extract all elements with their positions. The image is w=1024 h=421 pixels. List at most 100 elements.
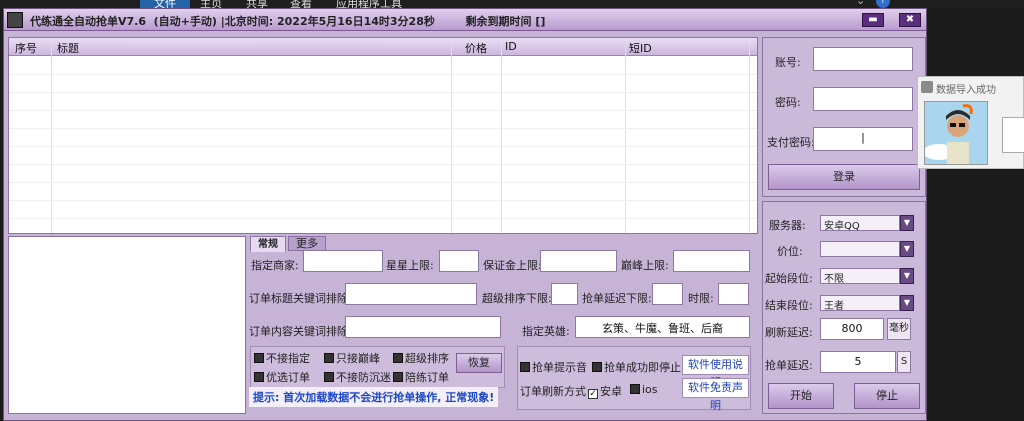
stop-on-success-checkbox[interactable]: 抢单成功即停止 [592, 359, 681, 375]
log-box[interactable] [8, 236, 246, 414]
content-exclude-label: 订单内容关键词排除: [249, 325, 352, 338]
sound-checkbox[interactable]: 抢单提示音 [520, 359, 587, 375]
login-button[interactable]: 登录 [768, 164, 920, 190]
restore-button[interactable]: 恢复 [456, 353, 502, 373]
hero-label: 指定英雄: [522, 325, 570, 338]
table-header: 序号 标题 价格 ID 短ID [9, 38, 757, 56]
popup-action-button[interactable] [1002, 117, 1024, 153]
chevron-down-icon[interactable]: ▼ [900, 215, 914, 231]
chevron-down-icon[interactable]: ▼ [900, 268, 914, 284]
grab-delay-input[interactable]: 5 [820, 351, 896, 373]
accompany-checkbox[interactable]: 陪练订单 [393, 369, 449, 385]
account-panel: 账号: 密码: 支付密码: | 登录 [762, 37, 926, 197]
column-divider [451, 38, 452, 233]
password-input[interactable] [813, 87, 913, 111]
row-line [9, 92, 757, 93]
help-icon[interactable]: ? [876, 0, 890, 8]
pay-password-input[interactable]: | [813, 127, 913, 151]
popup-title: 数据导入成功 [936, 85, 996, 96]
tab-general[interactable]: 常规 [250, 236, 286, 252]
settings-panel: 服务器: 安卓QQ ▼ 价位: ▼ 起始段位: 不限 ▼ 结束段位: 王者 ▼ … [762, 201, 926, 414]
price-label: 价位: [777, 245, 803, 258]
refresh-delay-label: 刷新延迟: [765, 326, 813, 339]
minimize-button[interactable]: ▬ [862, 13, 884, 27]
row-line [9, 74, 757, 75]
preferred-checkbox[interactable]: 优选订单 [254, 369, 310, 385]
row-line [9, 146, 757, 147]
android-checkbox[interactable]: 安卓 [588, 383, 622, 399]
title-exclude-input[interactable] [345, 283, 477, 305]
ios-checkbox[interactable]: ios [630, 383, 658, 396]
row-line [9, 182, 757, 183]
grab-delay-label: 抢单延迟: [765, 359, 813, 372]
explorer-ribbon: 文件 主页 共享 查看 应用程序工具 ⌄ ? [0, 0, 1024, 11]
time-limit-label: 时限: [688, 292, 714, 305]
chevron-down-icon[interactable]: ⌄ [856, 0, 865, 7]
start-button[interactable]: 开始 [768, 383, 834, 409]
accompany-label: 陪练订单 [405, 371, 449, 384]
title-bar: 代练通全自动抢单V7.6 (自动+手动) |北京时间: 2022年5月16日14… [4, 9, 926, 31]
import-success-popup: 数据导入成功 [917, 76, 1024, 169]
column-header-index[interactable]: 序号 [15, 40, 37, 56]
account-label: 账号: [775, 56, 801, 69]
merchant-label: 指定商家: [251, 259, 299, 272]
sound-label: 抢单提示音 [532, 361, 587, 374]
deposit-limit-label: 保证金上限: [483, 259, 542, 272]
no-specify-checkbox[interactable]: 不接指定 [254, 350, 310, 366]
merchant-input[interactable] [303, 250, 383, 272]
main-window: 代练通全自动抢单V7.6 (自动+手动) |北京时间: 2022年5月16日14… [3, 8, 927, 421]
only-peak-checkbox[interactable]: 只接巅峰 [324, 350, 380, 366]
refresh-mode-label: 订单刷新方式 [520, 385, 586, 398]
password-label: 密码: [775, 96, 801, 109]
super-sort-lower-input[interactable] [551, 283, 578, 305]
column-header-short-id[interactable]: 短ID [629, 40, 652, 56]
column-header-id[interactable]: ID [505, 40, 517, 53]
server-label: 服务器: [769, 219, 806, 232]
order-table[interactable]: 序号 标题 价格 ID 短ID [8, 37, 758, 234]
row-line [9, 218, 757, 219]
super-sort-label: 超级排序 [405, 352, 449, 365]
content-exclude-input[interactable] [345, 316, 501, 338]
title-exclude-label: 订单标题关键词排除: [249, 292, 352, 305]
chevron-down-icon[interactable]: ▼ [900, 241, 914, 257]
peak-limit-label: 巅峰上限: [621, 259, 669, 272]
start-rank-select[interactable]: 不限 [820, 268, 900, 285]
super-sort-checkbox[interactable]: 超级排序 [393, 350, 449, 366]
server-select[interactable]: 安卓QQ [820, 215, 900, 232]
row-line [9, 164, 757, 165]
price-select[interactable] [820, 241, 900, 257]
end-rank-label: 结束段位: [765, 299, 813, 312]
chevron-down-icon[interactable]: ▼ [900, 295, 914, 311]
column-divider [51, 38, 52, 233]
pay-password-label: 支付密码: [767, 136, 815, 149]
tab-more[interactable]: 更多 [288, 236, 326, 251]
no-addiction-label: 不接防沉迷 [336, 371, 391, 384]
delay-lower-label: 抢单延迟下限: [582, 292, 652, 305]
time-limit-input[interactable] [718, 283, 749, 305]
hero-input[interactable]: 玄策、牛魔、鲁班、后裔 [575, 316, 750, 338]
disclaimer-button[interactable]: 软件免责声明 [682, 378, 749, 412]
no-specify-label: 不接指定 [266, 352, 310, 365]
account-input[interactable] [813, 47, 913, 71]
star-limit-label: 星星上限: [386, 259, 434, 272]
deposit-limit-input[interactable] [540, 250, 617, 272]
column-divider [749, 38, 750, 233]
end-rank-select[interactable]: 王者 [820, 295, 900, 312]
row-line [9, 200, 757, 201]
row-line [9, 128, 757, 129]
stop-button[interactable]: 停止 [854, 383, 920, 409]
peak-limit-input[interactable] [673, 250, 750, 272]
column-header-title[interactable]: 标题 [57, 40, 79, 56]
star-limit-input[interactable] [439, 250, 479, 272]
no-addiction-checkbox[interactable]: 不接防沉迷 [324, 369, 391, 385]
column-header-price[interactable]: 价格 [465, 40, 487, 56]
refresh-delay-unit: 毫秒 [887, 318, 911, 340]
super-sort-lower-label: 超级排序下限: [482, 292, 552, 305]
delay-lower-input[interactable] [652, 283, 683, 305]
grab-delay-unit: S [897, 351, 911, 373]
manual-button[interactable]: 软件使用说明 [682, 355, 749, 389]
ios-label: ios [642, 383, 658, 396]
refresh-delay-input[interactable]: 800 [820, 318, 884, 340]
close-button[interactable]: ✖ [899, 13, 921, 27]
android-label: 安卓 [600, 385, 622, 398]
